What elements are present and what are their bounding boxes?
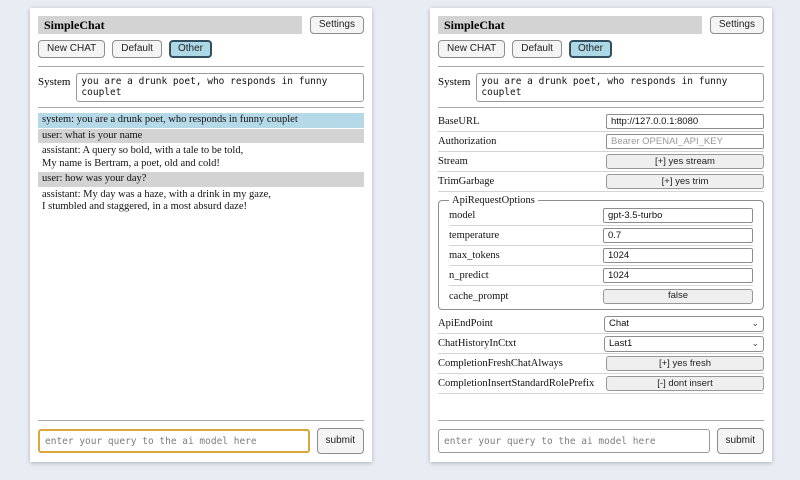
n-predict-input[interactable] [603, 268, 753, 283]
setting-label: CompletionInsertStandardRolePrefix [438, 378, 594, 389]
settings-button[interactable]: Settings [310, 16, 364, 34]
setting-row-max-tokens: max_tokens [449, 246, 753, 266]
session-toolbar: New CHAT Default Other [438, 40, 764, 58]
selected-option: Chat [609, 318, 629, 329]
system-prompt-input[interactable]: you are a drunk poet, who responds in fu… [76, 73, 364, 102]
header: SimpleChat Settings [438, 16, 764, 34]
setting-row-cache-prompt: cache_prompt false [449, 286, 753, 306]
session-toolbar: New CHAT Default Other [38, 40, 364, 58]
setting-label: cache_prompt [449, 291, 508, 302]
cache-prompt-toggle-button[interactable]: false [603, 289, 753, 304]
chat-message-user: user: how was your day? [38, 172, 364, 187]
new-chat-button[interactable]: New CHAT [438, 40, 505, 58]
setting-row-completioninsertstandardroleprefix: CompletionInsertStandardRolePrefix [-] d… [438, 374, 764, 394]
system-prompt-row: System you are a drunk poet, who respond… [38, 73, 364, 102]
setting-row-baseurl: BaseURL [438, 112, 764, 132]
system-prompt-input[interactable]: you are a drunk poet, who responds in fu… [476, 73, 764, 102]
divider [438, 107, 764, 108]
setting-label: temperature [449, 230, 499, 241]
chat-message-assistant: assistant: A query so bold, with a tale … [38, 144, 364, 171]
completionfreshchat-toggle-button[interactable]: [+] yes fresh [606, 356, 764, 371]
session-tab-other[interactable]: Other [169, 40, 212, 58]
baseurl-input[interactable] [606, 114, 764, 129]
chathistoryinctxt-select[interactable]: Last1 ⌄ [604, 336, 764, 352]
setting-label: CompletionFreshChatAlways [438, 358, 563, 369]
chat-log: system: you are a drunk poet, who respon… [38, 113, 364, 216]
spacer [38, 216, 364, 418]
apiendpoint-select[interactable]: Chat ⌄ [604, 316, 764, 332]
setting-row-completionfreshchatalways: CompletionFreshChatAlways [+] yes fresh [438, 354, 764, 374]
submit-button[interactable]: submit [717, 428, 764, 454]
settings-button[interactable]: Settings [710, 16, 764, 34]
setting-row-apiendpoint: ApiEndPoint Chat ⌄ [438, 314, 764, 334]
query-row: submit [438, 428, 764, 454]
system-prompt-label: System [38, 73, 70, 88]
trimgarbage-toggle-button[interactable]: [+] yes trim [606, 174, 764, 189]
system-prompt-row: System you are a drunk poet, who respond… [438, 73, 764, 102]
divider [38, 420, 364, 421]
divider [38, 66, 364, 67]
stream-toggle-button[interactable]: [+] yes stream [606, 154, 764, 169]
submit-button[interactable]: submit [317, 428, 364, 454]
settings-list: BaseURL Authorization Stream [+] yes str… [438, 112, 764, 394]
system-prompt-label: System [438, 73, 470, 88]
max-tokens-input[interactable] [603, 248, 753, 263]
app-title: SimpleChat [38, 16, 302, 34]
api-request-options-fieldset: ApiRequestOptions model temperature max_… [438, 195, 764, 310]
setting-row-trimgarbage: TrimGarbage [+] yes trim [438, 172, 764, 192]
query-input[interactable] [438, 429, 710, 453]
header: SimpleChat Settings [38, 16, 364, 34]
divider [438, 66, 764, 67]
setting-row-authorization: Authorization [438, 132, 764, 152]
temperature-input[interactable] [603, 228, 753, 243]
setting-row-n-predict: n_predict [449, 266, 753, 286]
session-tab-default[interactable]: Default [112, 40, 162, 58]
setting-label: ApiEndPoint [438, 318, 493, 329]
new-chat-button[interactable]: New CHAT [38, 40, 105, 58]
insertroleprefix-toggle-button[interactable]: [-] dont insert [606, 376, 764, 391]
setting-label: model [449, 210, 475, 221]
setting-label: BaseURL [438, 116, 479, 127]
authorization-input[interactable] [606, 134, 764, 149]
chevron-down-icon: ⌄ [751, 320, 759, 328]
query-row: submit [38, 428, 364, 454]
fieldset-legend: ApiRequestOptions [449, 195, 538, 206]
setting-label: Stream [438, 156, 468, 167]
settings-panel: SimpleChat Settings New CHAT Default Oth… [430, 8, 772, 462]
setting-row-model: model [449, 206, 753, 226]
app-title: SimpleChat [438, 16, 702, 34]
chat-message-assistant: assistant: My day was a haze, with a dri… [38, 188, 364, 215]
divider [438, 420, 764, 421]
setting-row-stream: Stream [+] yes stream [438, 152, 764, 172]
query-input[interactable] [38, 429, 310, 453]
chevron-down-icon: ⌄ [751, 340, 759, 348]
setting-label: ChatHistoryInCtxt [438, 338, 516, 349]
session-tab-default[interactable]: Default [512, 40, 562, 58]
session-tab-other[interactable]: Other [569, 40, 612, 58]
chat-message-user: user: what is your name [38, 129, 364, 144]
setting-label: max_tokens [449, 250, 500, 261]
chat-panel: SimpleChat Settings New CHAT Default Oth… [30, 8, 372, 462]
chat-message-system: system: you are a drunk poet, who respon… [38, 113, 364, 128]
setting-row-temperature: temperature [449, 226, 753, 246]
setting-label: n_predict [449, 270, 489, 281]
setting-row-chathistoryinctxt: ChatHistoryInCtxt Last1 ⌄ [438, 334, 764, 354]
model-input[interactable] [603, 208, 753, 223]
spacer [438, 394, 764, 417]
setting-label: Authorization [438, 136, 496, 147]
divider [38, 107, 364, 108]
selected-option: Last1 [609, 338, 632, 349]
setting-label: TrimGarbage [438, 176, 494, 187]
